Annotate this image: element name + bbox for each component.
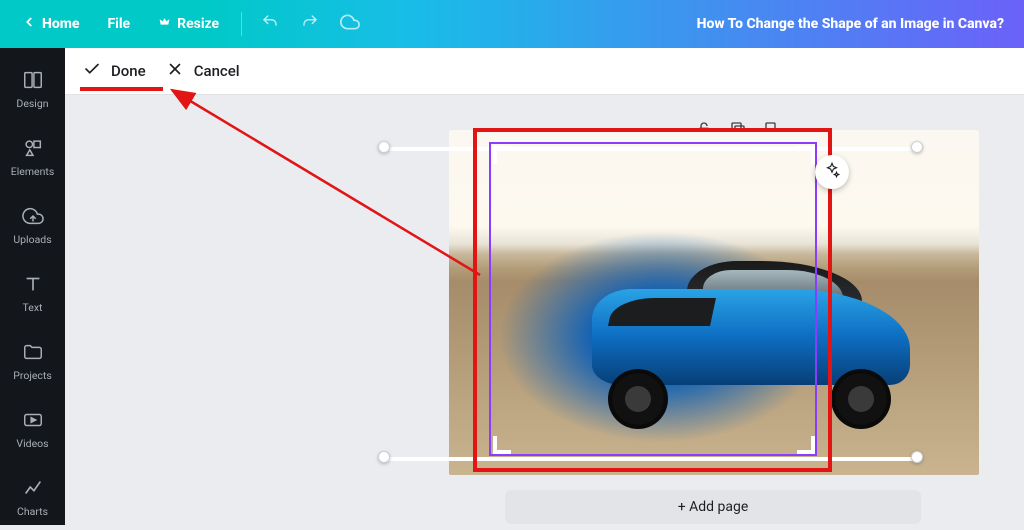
done-label: Done: [111, 62, 146, 80]
redo-icon: [301, 13, 319, 35]
cloud-sync-button[interactable]: [332, 6, 368, 42]
document-title[interactable]: How To Change the Shape of an Image in C…: [697, 16, 1014, 32]
image-element[interactable]: [449, 130, 979, 475]
sidebar-item-design[interactable]: Design: [0, 54, 65, 122]
sidebar-item-label: Elements: [11, 165, 55, 178]
crop-handle-tl[interactable]: [493, 146, 511, 164]
file-button[interactable]: File: [95, 10, 142, 38]
elements-icon: [21, 136, 45, 160]
sparkle-icon: [823, 161, 841, 183]
chevron-left-icon: [22, 15, 36, 33]
topbar: Home File Resize How To Change: [0, 0, 1024, 48]
cloud-icon: [340, 12, 360, 36]
crop-handle-tr[interactable]: [797, 146, 815, 164]
magic-edit-button[interactable]: [815, 155, 849, 189]
sidebar-item-elements[interactable]: Elements: [0, 122, 65, 190]
folder-icon: [21, 340, 45, 364]
image-handle-bl[interactable]: [378, 451, 390, 463]
sidebar-item-label: Text: [23, 301, 43, 314]
sidebar-item-uploads[interactable]: Uploads: [0, 190, 65, 258]
charts-icon: [21, 476, 45, 500]
sidebar-item-text[interactable]: Text: [0, 258, 65, 326]
add-page-label: + Add page: [678, 499, 749, 515]
sidebar-item-label: Projects: [13, 369, 52, 382]
uploads-icon: [21, 204, 45, 228]
video-icon: [21, 408, 45, 432]
check-icon: [83, 60, 101, 82]
crop-handle-bl[interactable]: [493, 436, 511, 454]
sidebar-item-label: Design: [16, 97, 48, 110]
image-handle-tl[interactable]: [378, 141, 390, 153]
add-page-button[interactable]: + Add page: [505, 490, 921, 524]
file-label: File: [107, 16, 130, 32]
cancel-label: Cancel: [194, 62, 240, 80]
undo-button[interactable]: [252, 6, 288, 42]
done-crop-button[interactable]: Done: [79, 56, 150, 86]
sidebar: Design Elements Uploads Text Projects Vi…: [0, 48, 65, 525]
image-handle-br[interactable]: [911, 451, 923, 463]
crop-handle-br[interactable]: [797, 436, 815, 454]
sidebar-item-charts[interactable]: Charts: [0, 462, 65, 530]
close-icon: [166, 60, 184, 82]
text-icon: [21, 272, 45, 296]
home-button[interactable]: Home: [10, 9, 91, 39]
topbar-divider: [241, 12, 242, 36]
topbar-left: Home File Resize: [10, 6, 368, 42]
crown-icon: [158, 16, 171, 33]
sidebar-item-label: Videos: [16, 437, 48, 450]
canvas-stage: [449, 130, 979, 475]
resize-button[interactable]: Resize: [146, 10, 231, 39]
design-icon: [21, 68, 45, 92]
car-graphic: [592, 261, 910, 416]
resize-label: Resize: [177, 16, 219, 32]
home-label: Home: [42, 16, 79, 32]
cancel-crop-button[interactable]: Cancel: [162, 56, 244, 86]
image-handle-tr[interactable]: [911, 141, 923, 153]
crop-actionbar: Done Cancel: [65, 48, 1024, 95]
sidebar-item-projects[interactable]: Projects: [0, 326, 65, 394]
redo-button[interactable]: [292, 6, 328, 42]
sidebar-item-label: Charts: [17, 505, 48, 518]
canvas-area[interactable]: + Add page: [65, 95, 1024, 525]
sidebar-item-label: Uploads: [13, 233, 51, 246]
undo-icon: [261, 13, 279, 35]
sidebar-item-videos[interactable]: Videos: [0, 394, 65, 462]
